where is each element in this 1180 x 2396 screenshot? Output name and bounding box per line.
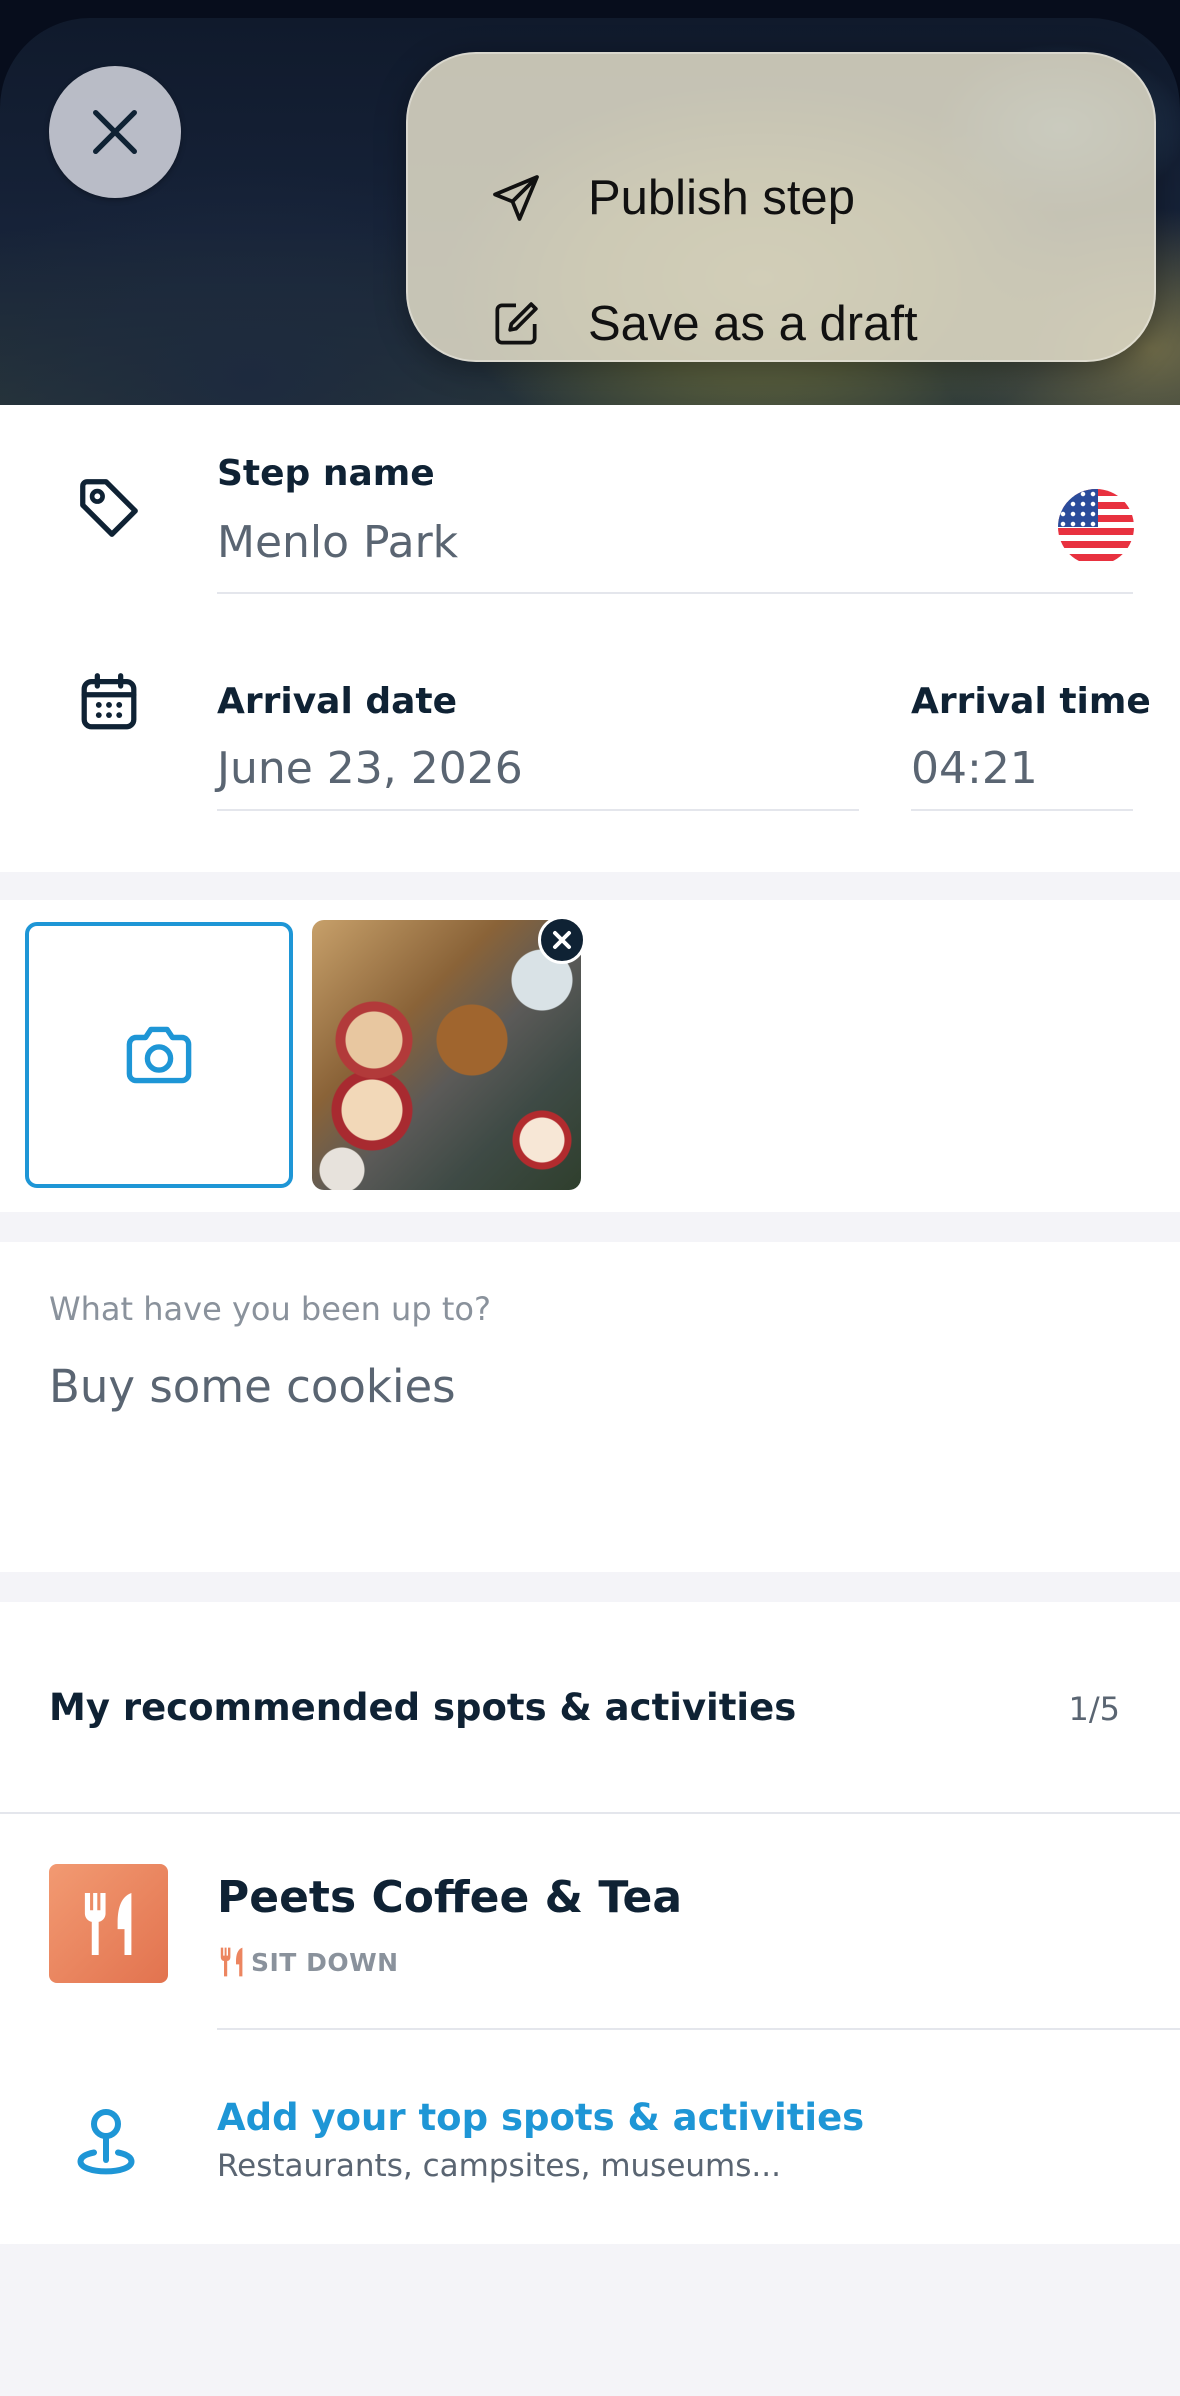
calendar-icon	[74, 667, 144, 737]
recommended-spots-section: My recommended spots & activities 1/5 Pe…	[0, 1602, 1180, 2244]
divider	[0, 1812, 1180, 1814]
spot-name: Peets Coffee & Tea	[217, 1872, 683, 1923]
step-name-label: Step name	[217, 453, 435, 494]
arrival-date-label: Arrival date	[217, 681, 458, 722]
fork-knife-icon	[84, 1892, 131, 1955]
spot-category-label: SIT DOWN	[251, 1947, 399, 1977]
camera-icon	[126, 1026, 192, 1084]
spot-thumbnail	[49, 1864, 168, 1983]
spot-category: SIT DOWN	[217, 1946, 399, 1978]
publish-step-label: Publish step	[588, 171, 855, 225]
map-header: Publish step Save as a draft	[0, 0, 1180, 405]
divider	[217, 592, 1133, 594]
location-pin-icon	[77, 2109, 135, 2175]
spots-count: 1/5	[1068, 1690, 1121, 1728]
step-name-input[interactable]: Menlo Park	[217, 517, 458, 568]
divider	[217, 2028, 1180, 2030]
add-photo-button[interactable]	[25, 922, 293, 1188]
step-info-section: Step name Menlo Park Arrival date June 2…	[0, 405, 1180, 872]
create-step-screen: Publish step Save as a draft Step name M…	[0, 0, 1180, 2396]
actions-menu: Publish step Save as a draft	[406, 52, 1156, 362]
close-icon	[93, 110, 137, 154]
send-icon	[488, 170, 544, 226]
story-prompt: What have you been up to?	[49, 1290, 491, 1328]
arrival-time-input[interactable]: 04:21	[911, 743, 1038, 794]
publish-step-menu-item[interactable]: Publish step	[488, 158, 855, 238]
divider	[911, 809, 1133, 811]
add-spot-subtitle: Restaurants, campsites, museums...	[217, 2148, 781, 2184]
arrival-time-label: Arrival time	[911, 681, 1151, 722]
close-button[interactable]	[49, 66, 181, 198]
add-spot-title: Add your top spots & activities	[217, 2096, 865, 2139]
save-draft-menu-item[interactable]: Save as a draft	[488, 284, 918, 364]
close-icon	[553, 931, 571, 949]
step-photo-thumbnail[interactable]	[312, 920, 581, 1190]
story-textarea[interactable]: Buy some cookies	[49, 1360, 456, 1413]
story-section: What have you been up to? Buy some cooki…	[0, 1242, 1180, 1572]
photos-section	[0, 900, 1180, 1212]
spots-title: My recommended spots & activities	[49, 1686, 797, 1729]
us-flag-icon[interactable]	[1058, 489, 1134, 565]
save-draft-label: Save as a draft	[588, 297, 918, 351]
remove-photo-button[interactable]	[538, 916, 586, 964]
tag-icon	[74, 473, 144, 543]
edit-icon	[488, 296, 544, 352]
fork-knife-icon	[220, 1947, 243, 1977]
arrival-date-input[interactable]: June 23, 2026	[217, 743, 523, 794]
divider	[217, 809, 859, 811]
